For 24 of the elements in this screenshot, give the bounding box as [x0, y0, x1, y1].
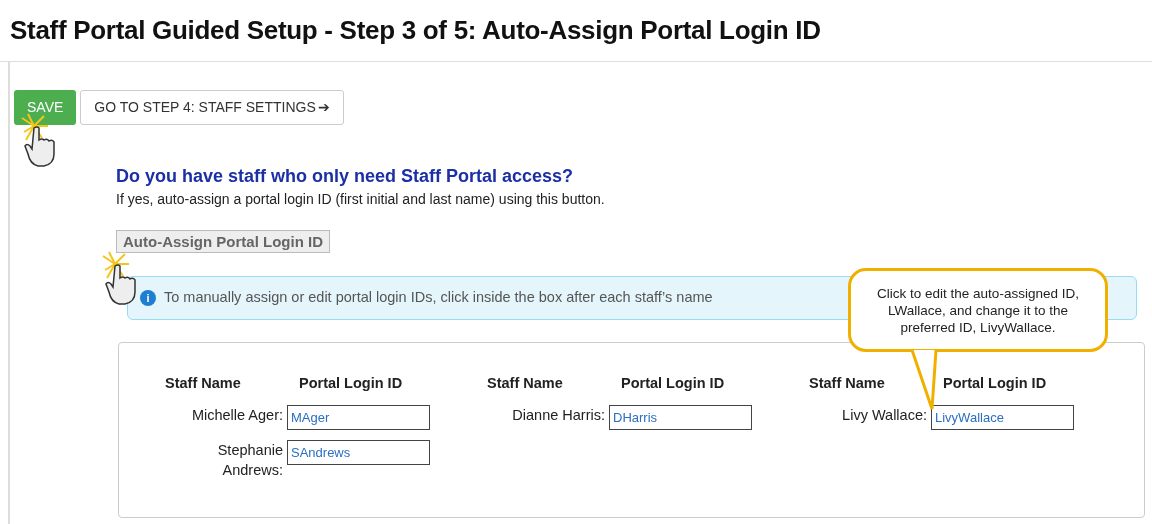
info-icon: i [140, 290, 156, 306]
column-header: Portal Login ID [942, 374, 1048, 393]
staff-name: Stephanie Andrews: [216, 440, 284, 480]
staff-name: Livy Wallace: [841, 405, 928, 425]
column-header: Portal Login ID [298, 374, 404, 393]
staff-name: Michelle Ager: [190, 405, 284, 425]
section-heading: Do you have staff who only need Staff Portal access? [116, 165, 575, 187]
login-id-field[interactable]: SAndrews [287, 439, 430, 465]
arrow-icon: ➔ [317, 97, 330, 118]
section-description: If yes, auto-assign a portal login ID (first initial and last name) using this button. [116, 190, 606, 209]
column-header: Staff Name [164, 374, 242, 393]
auto-assign-button[interactable]: Auto-Assign Portal Login ID [116, 230, 330, 253]
staff-name: Dianne Harris: [511, 405, 606, 425]
info-text: To manually assign or edit portal login IDs, click inside the box after each staff’s name [164, 288, 713, 308]
callout-text: Click to edit the auto-assigned ID, LWallace, and change it to the preferred ID, LivyWallace. [876, 284, 1080, 336]
page-title: Staff Portal Guided Setup - Step 3 of 5: Auto-Assign Portal Login ID [10, 14, 821, 47]
column-header: Staff Name [486, 374, 564, 393]
column-header: Portal Login ID [620, 374, 726, 393]
save-button[interactable]: SAVE [14, 90, 77, 125]
login-id-field[interactable]: DHarris [609, 404, 752, 430]
login-id-field[interactable]: MAger [287, 404, 430, 430]
login-id-field[interactable]: LivyWallace [931, 404, 1074, 430]
column-header: Staff Name [808, 374, 886, 393]
next-step-button[interactable]: GO TO STEP 4: STAFF SETTINGS➔ [80, 90, 344, 125]
